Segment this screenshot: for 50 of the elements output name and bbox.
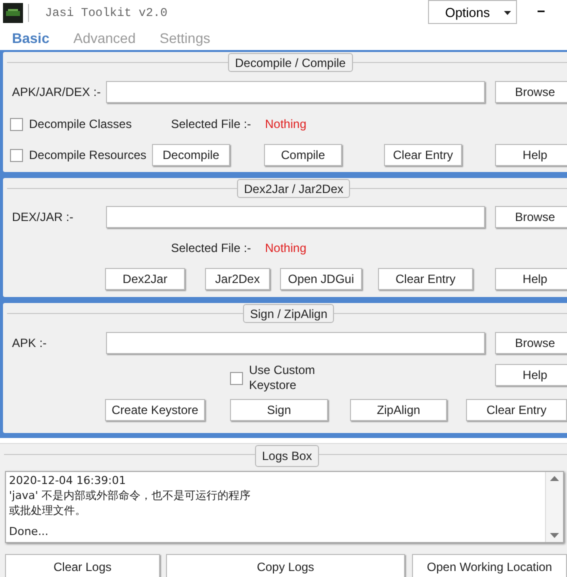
browse-button[interactable]: Browse: [495, 332, 567, 354]
caret-icon: [504, 11, 511, 15]
action-button[interactable]: Sign: [230, 399, 328, 421]
checkbox[interactable]: [10, 148, 23, 162]
log-line: Done...: [9, 524, 50, 539]
window-title: Jasi Toolkit v2.0: [45, 6, 168, 20]
group-title: Dex2Jar / Jar2Dex: [237, 179, 350, 198]
group-title: Logs Box: [255, 445, 320, 467]
action-button[interactable]: Clear Logs: [5, 554, 160, 577]
input-field[interactable]: [106, 206, 485, 228]
help-button[interactable]: Help: [495, 364, 567, 386]
selected-file-label: Selected File :-: [171, 117, 252, 131]
options-dropdown[interactable]: Options: [428, 0, 517, 24]
checkbox[interactable]: [10, 118, 23, 130]
selected-file-value: Nothing: [265, 117, 306, 131]
field-label: APK/JAR/DEX :-: [12, 85, 102, 99]
log-line: 2020-12-04 16:39:01: [9, 473, 127, 488]
action-button[interactable]: Help: [495, 144, 567, 166]
app-logo-icon: [3, 3, 23, 23]
checkbox[interactable]: [230, 372, 243, 384]
action-button[interactable]: Clear Entry: [466, 399, 567, 421]
action-button[interactable]: Clear Entry: [378, 268, 473, 290]
checkbox-label: Decompile Classes: [29, 117, 132, 131]
minimize-button[interactable]: −: [537, 3, 546, 19]
field-label: APK :-: [12, 336, 48, 350]
browse-button[interactable]: Browse: [495, 81, 567, 103]
action-button[interactable]: Decompile: [152, 144, 230, 166]
group-title: Sign / ZipAlign: [243, 304, 334, 323]
action-button[interactable]: Compile: [264, 144, 342, 166]
log-line: 或批处理文件。: [9, 503, 87, 518]
checkbox-label: Decompile Resources: [29, 148, 146, 162]
field-label: DEX/JAR :-: [12, 210, 74, 224]
action-button[interactable]: Open JDGui: [280, 268, 362, 290]
action-button[interactable]: Jar2Dex: [205, 268, 270, 290]
action-button[interactable]: Dex2Jar: [105, 268, 185, 290]
log-line: 'java' 不是内部或外部命令，也不是可运行的程序: [9, 488, 252, 503]
selected-file-value: Nothing: [265, 241, 306, 255]
action-button[interactable]: Help: [495, 268, 567, 290]
group-title: Decompile / Compile: [228, 53, 353, 72]
selected-file-label: Selected File :-: [171, 241, 252, 255]
input-field[interactable]: [106, 81, 485, 103]
checkbox-label: Use Custom Keystore: [249, 363, 316, 393]
action-button[interactable]: ZipAlign: [350, 399, 447, 421]
action-button[interactable]: Clear Entry: [384, 144, 462, 166]
action-button[interactable]: Create Keystore: [105, 399, 205, 421]
input-field[interactable]: [106, 332, 485, 354]
browse-button[interactable]: Browse: [495, 206, 567, 228]
action-button[interactable]: Open Working Location: [412, 554, 567, 577]
action-button[interactable]: Copy Logs: [166, 554, 405, 577]
tab[interactable]: Basic: [12, 30, 50, 46]
